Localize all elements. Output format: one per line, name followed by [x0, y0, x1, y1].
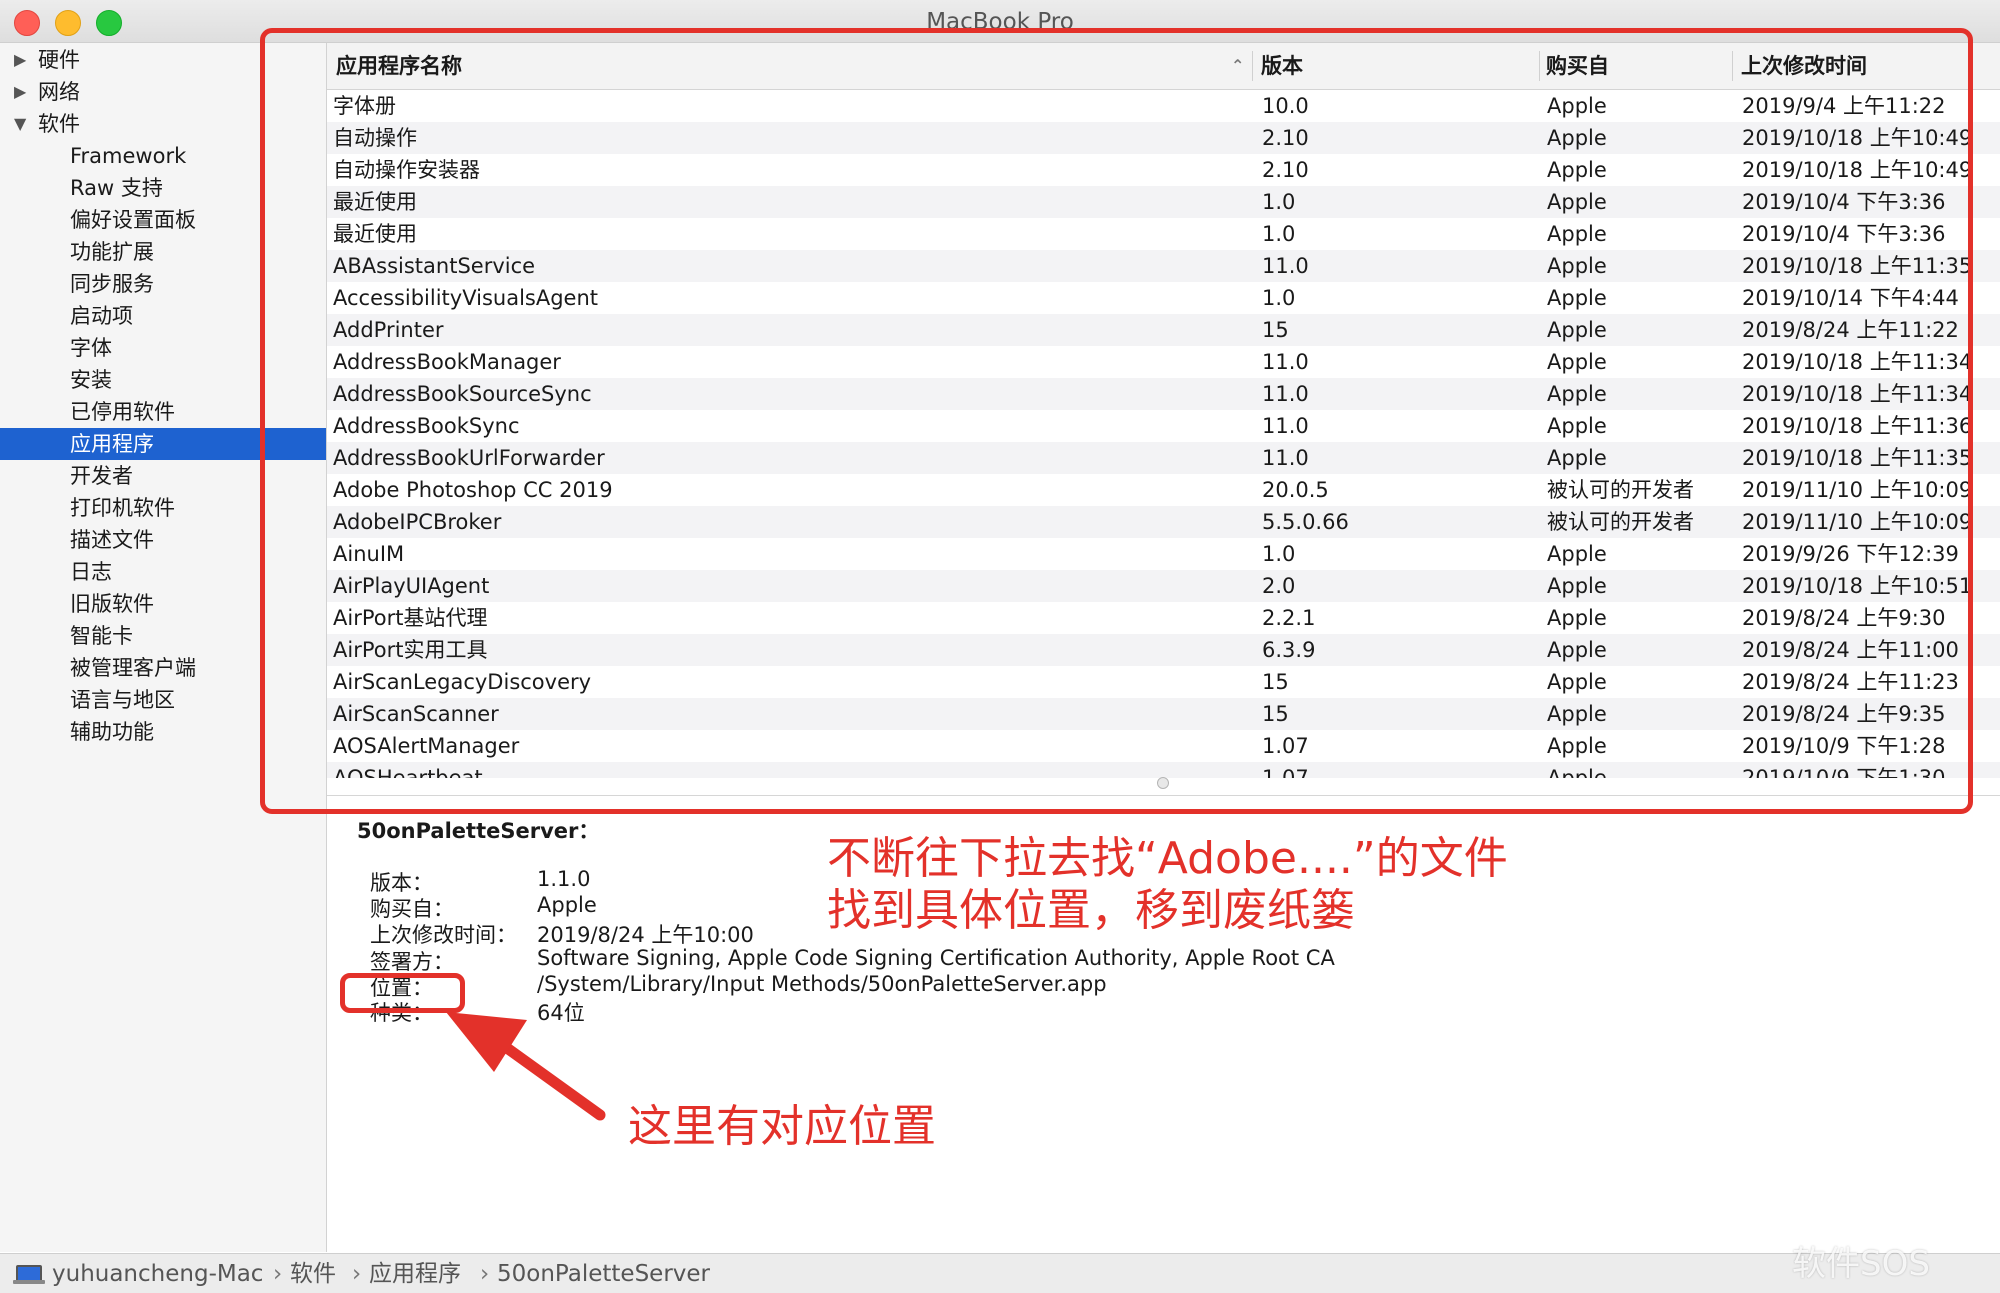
- system-information-window: MacBook Pro ▶ 硬件 ▶ 网络 ▼ 软件 Framework Raw 支持 偏好设置…: [0, 0, 2000, 1293]
- annotation-arrow-icon: [446, 1012, 606, 1121]
